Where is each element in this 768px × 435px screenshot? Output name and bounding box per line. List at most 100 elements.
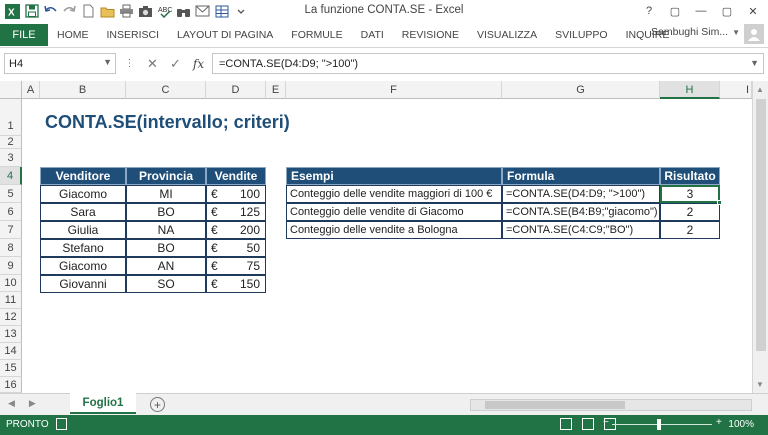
table-icon[interactable] [213,3,230,20]
row-header-2[interactable]: 2 [0,136,22,149]
formula-input[interactable]: =CONTA.SE(D4:D9; ">100") ▼ [212,53,764,74]
esempio-cell[interactable]: Conteggio delle vendite di Giacomo [286,203,502,221]
scroll-down-icon[interactable]: ▼ [756,380,764,389]
horizontal-scroll-thumb[interactable] [485,401,625,409]
zoom-level[interactable]: 100% [728,419,754,430]
vendite-cell[interactable]: €75 [206,257,266,275]
venditore-cell[interactable]: Giacomo [40,257,126,275]
row-header-13[interactable]: 13 [0,326,22,343]
vendite-cell[interactable]: €100 [206,185,266,203]
column-header-h[interactable]: H [660,81,720,99]
vendite-cell[interactable]: €200 [206,221,266,239]
provincia-cell[interactable]: AN [126,257,206,275]
select-all-corner[interactable] [0,81,22,99]
row-header-5[interactable]: 5 [0,185,22,203]
row-header-7[interactable]: 7 [0,221,22,239]
vendite-cell[interactable]: €125 [206,203,266,221]
tab-formule[interactable]: FORMULE [282,24,351,46]
column-header-d[interactable]: D [206,81,266,99]
tab-dati[interactable]: DATI [352,24,393,46]
page-layout-view-icon[interactable] [582,418,594,430]
close-button[interactable]: ✕ [740,0,766,22]
row-header-8[interactable]: 8 [0,239,22,257]
sheet-tab-active[interactable]: Foglio1 [70,393,136,414]
column-header-i[interactable]: I [720,81,752,99]
previous-sheet-icon[interactable]: ◀ [8,398,15,409]
venditore-cell[interactable]: Stefano [40,239,126,257]
risultato-cell-selected[interactable]: 3 [660,185,720,203]
spell-check-icon[interactable]: ABC [156,3,173,20]
column-header-e[interactable]: E [266,81,286,99]
macro-recording-icon[interactable] [56,418,67,430]
formula-cell[interactable]: =CONTA.SE(C4:C9;"BO") [502,221,660,239]
risultato-cell[interactable]: 2 [660,203,720,221]
row-header-3[interactable]: 3 [0,149,22,167]
esempio-cell[interactable]: Conteggio delle vendite maggiori di 100 … [286,185,502,203]
print-icon[interactable] [118,3,135,20]
help-button[interactable]: ? [636,0,662,22]
tab-home[interactable]: HOME [48,24,98,46]
venditore-cell[interactable]: Giacomo [40,185,126,203]
avatar[interactable] [744,24,764,44]
redo-icon[interactable] [61,3,78,20]
fill-handle[interactable] [717,200,722,205]
vendite-cell[interactable]: €150 [206,275,266,293]
formula-cell[interactable]: =CONTA.SE(B4:B9;"giacomo") [502,203,660,221]
binoculars-icon[interactable] [175,3,192,20]
vendite-cell[interactable]: €50 [206,239,266,257]
zoom-slider[interactable] [612,424,712,425]
provincia-cell[interactable]: SO [126,275,206,293]
provincia-cell[interactable]: NA [126,221,206,239]
undo-icon[interactable] [42,3,59,20]
column-header-b[interactable]: B [40,81,126,99]
chevron-down-icon[interactable] [232,3,249,20]
minimize-button[interactable]: — [688,0,714,22]
header-venditore[interactable]: Venditore [40,167,126,185]
worksheet-grid[interactable]: A B C D E F G H I 1 2 3 4 5 6 7 8 9 10 1… [0,81,768,393]
horizontal-scrollbar[interactable] [470,399,752,411]
vertical-scrollbar[interactable]: ▲ ▼ [752,81,768,393]
sheet-title[interactable]: CONTA.SE(intervallo; criteri) [45,112,290,133]
venditore-cell[interactable]: Giulia [40,221,126,239]
camera-icon[interactable] [137,3,154,20]
venditore-cell[interactable]: Sara [40,203,126,221]
name-box[interactable]: H4 ▼ [4,53,116,74]
column-header-f[interactable]: F [286,81,502,99]
scroll-up-icon[interactable]: ▲ [756,85,764,94]
risultato-cell[interactable]: 2 [660,221,720,239]
maximize-button[interactable]: ▢ [714,0,740,22]
open-folder-icon[interactable] [99,3,116,20]
tab-sviluppo[interactable]: SVILUPPO [546,24,617,46]
cancel-icon[interactable]: ✕ [141,56,164,72]
provincia-cell[interactable]: MI [126,185,206,203]
chevron-down-icon[interactable]: ▼ [103,57,112,67]
tab-revisione[interactable]: REVISIONE [393,24,468,46]
chevron-down-icon[interactable]: ▼ [750,58,759,68]
tab-inserisci[interactable]: INSERISCI [98,24,169,46]
new-file-icon[interactable] [80,3,97,20]
user-account[interactable]: Sambughi Sim... ▼ [651,26,740,38]
row-header-6[interactable]: 6 [0,203,22,221]
email-icon[interactable] [194,3,211,20]
zoom-slider-thumb[interactable] [657,419,661,430]
next-sheet-icon[interactable]: ▶ [29,398,36,409]
header-esempi[interactable]: Esempi [286,167,502,185]
save-icon[interactable] [23,3,40,20]
header-risultato[interactable]: Risultato [660,167,720,185]
row-header-9[interactable]: 9 [0,257,22,275]
tab-layout-di-pagina[interactable]: LAYOUT DI PAGINA [168,24,282,46]
zoom-out-icon[interactable]: − [603,417,609,428]
column-header-g[interactable]: G [502,81,660,99]
insert-function-icon[interactable]: fx [187,57,210,71]
column-header-c[interactable]: C [126,81,206,99]
formula-cell[interactable]: =CONTA.SE(D4:D9; ">100") [502,185,660,203]
row-header-15[interactable]: 15 [0,360,22,377]
tab-visualizza[interactable]: VISUALIZZA [468,24,546,46]
confirm-icon[interactable]: ✓ [164,56,187,72]
add-sheet-icon[interactable]: + [150,397,165,412]
row-header-16[interactable]: 16 [0,377,22,393]
tab-file[interactable]: FILE [0,23,48,46]
row-header-12[interactable]: 12 [0,309,22,326]
row-header-10[interactable]: 10 [0,275,22,292]
normal-view-icon[interactable] [560,418,572,430]
